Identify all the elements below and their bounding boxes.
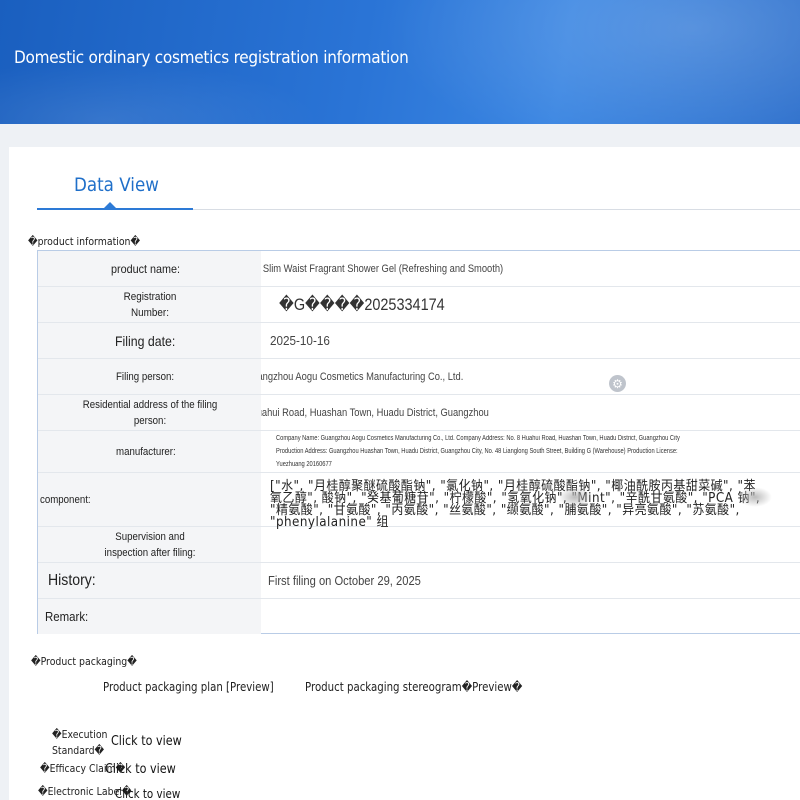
row-value: Adolf Slim Waist Fragrant Shower Gel (Re…	[261, 262, 504, 275]
gear-icon[interactable]: ⚙	[609, 375, 626, 392]
section-product-packaging: �Product packaging�	[31, 655, 137, 668]
table-row: manufacturer: Company Name: Guangzhou Ao…	[38, 431, 800, 473]
packaging-stereogram-preview-link[interactable]: Product packaging stereogram�Preview�	[305, 680, 522, 694]
row-value: �G����2025334174	[279, 294, 445, 314]
product-info-table: product name: Adolf Slim Waist Fragrant …	[37, 250, 800, 634]
packaging-plan-preview-link[interactable]: Product packaging plan [Preview]	[103, 680, 274, 694]
redaction-blur	[558, 487, 592, 507]
table-row: Registration Number: �G����2025334174	[38, 287, 800, 323]
row-label: component:	[38, 473, 261, 526]
row-label: Filing date:	[38, 323, 261, 358]
tab-active-underline	[37, 208, 193, 210]
tab-divider	[193, 209, 800, 210]
row-value: Guangzhou Aogu Cosmetics Manufacturing C…	[261, 370, 464, 383]
efficacy-claim-view-link[interactable]: Click to view	[105, 762, 176, 777]
row-value: No. 8 Huahui Road, Huashan Town, Huadu D…	[261, 406, 489, 419]
execution-standard-view-link[interactable]: Click to view	[111, 734, 182, 749]
table-row: Remark:	[38, 599, 800, 634]
tab-caret-icon	[104, 202, 116, 208]
row-value	[261, 599, 800, 634]
row-label: Filing person:	[38, 359, 261, 394]
header-banner: Domestic ordinary cosmetics registration…	[0, 0, 800, 124]
redaction-blur	[738, 487, 772, 507]
component-list: ["水", "月桂醇聚醚硫酸酯钠", "氯化钠", "月桂醇硫酸酯钠", "椰油…	[270, 479, 761, 530]
table-row: History: First filing on October 29, 202…	[38, 563, 800, 599]
row-label: Residential address of the filing person…	[38, 395, 261, 430]
row-label: Remark:	[38, 599, 261, 634]
table-row: Residential address of the filing person…	[38, 395, 800, 431]
row-value: Company Name: Guangzhou Aogu Cosmetics M…	[276, 435, 680, 468]
execution-standard-label: �Execution Standard�	[52, 728, 108, 757]
section-product-information: �product information�	[28, 235, 141, 248]
tab-data-view[interactable]: Data View	[74, 174, 159, 196]
table-row: component: ["水", "月桂醇聚醚硫酸酯钠", "氯化钠", "月桂…	[38, 473, 800, 530]
table-row: product name: Adolf Slim Waist Fragrant …	[38, 251, 800, 287]
table-row: Filing person: Guangzhou Aogu Cosmetics …	[38, 359, 800, 395]
row-value	[261, 527, 800, 562]
table-row: Supervision and inspection after filing:	[38, 527, 800, 563]
electronic-label-view-link[interactable]: Click to view	[115, 787, 180, 800]
row-label: History:	[38, 563, 261, 598]
row-label: manufacturer:	[38, 431, 261, 472]
row-label: product name:	[38, 251, 261, 286]
row-value: 2025-10-16	[270, 333, 330, 348]
row-label: Registration Number:	[38, 287, 261, 322]
table-row: Filing date: 2025-10-16	[38, 323, 800, 359]
page-title: Domestic ordinary cosmetics registration…	[14, 48, 409, 68]
row-value: First filing on October 29, 2025	[268, 573, 421, 588]
row-label: Supervision and inspection after filing:	[38, 527, 261, 562]
